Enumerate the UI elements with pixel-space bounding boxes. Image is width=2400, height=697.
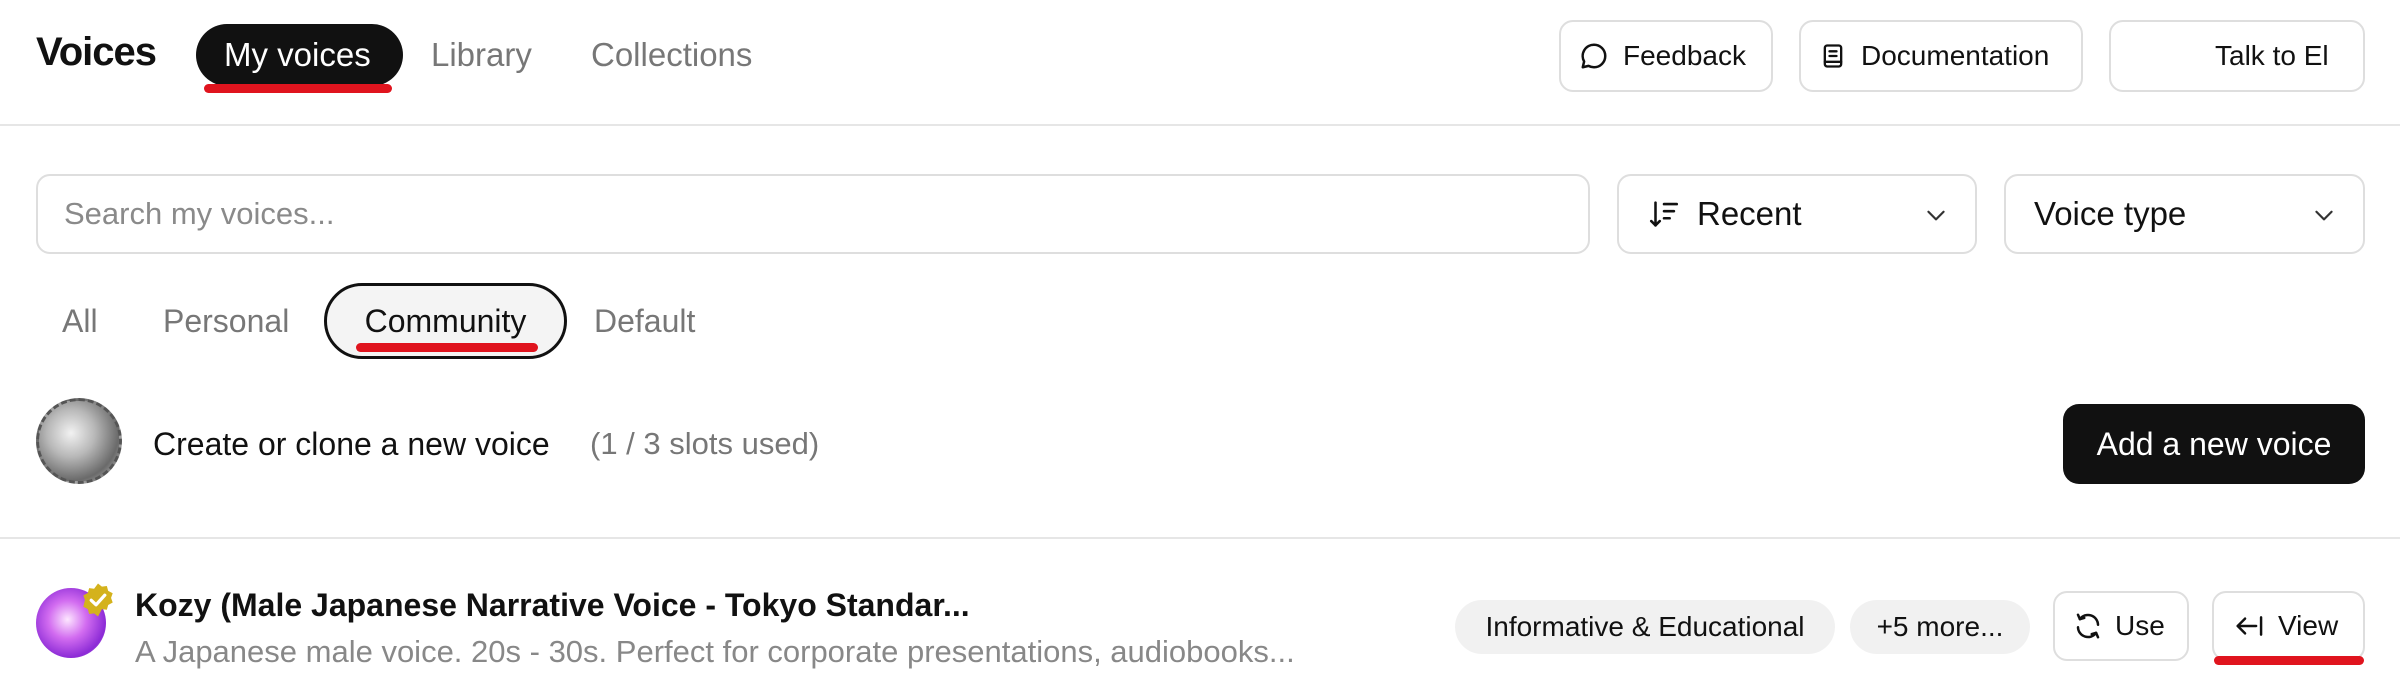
slots-used-text: (1 / 3 slots used)	[590, 426, 820, 461]
voice-type-dropdown[interactable]: Voice type	[2004, 174, 2365, 254]
search-input[interactable]	[36, 174, 1590, 254]
chevron-down-icon	[1927, 210, 1945, 221]
filter-tab-personal[interactable]: Personal	[163, 283, 289, 359]
documentation-button[interactable]: Documentation	[1799, 20, 2083, 92]
annotation-underline	[204, 84, 392, 93]
book-icon	[1823, 44, 1843, 68]
documentation-label: Documentation	[1861, 40, 2050, 71]
divider	[0, 537, 2400, 539]
top-header: Voices My voices Library Collections Fee…	[0, 0, 2400, 126]
voice-name[interactable]: Kozy (Male Japanese Narrative Voice - To…	[135, 587, 970, 624]
use-voice-button[interactable]: Use	[2053, 591, 2189, 661]
feedback-button[interactable]: Feedback	[1559, 20, 1773, 92]
use-label: Use	[2115, 610, 2165, 641]
sort-icon	[1649, 201, 1679, 227]
tab-collections[interactable]: Collections	[563, 24, 780, 86]
voice-tag: Informative & Educational	[1455, 600, 1835, 654]
voice-type-value: Voice type	[2034, 195, 2187, 232]
sort-dropdown[interactable]: Recent	[1617, 174, 1977, 254]
talk-to-el-button[interactable]: Talk to El	[2109, 20, 2365, 92]
verified-badge-icon	[83, 583, 113, 617]
view-voice-button[interactable]: View	[2212, 591, 2365, 661]
annotation-underline	[356, 343, 538, 352]
arrow-left-icon	[2236, 616, 2263, 636]
annotation-underline	[2214, 656, 2364, 665]
create-voice-label: Create or clone a new voice	[153, 426, 550, 462]
sort-value: Recent	[1697, 195, 1802, 232]
talk-to-el-label: Talk to El	[2215, 40, 2329, 71]
refresh-icon	[2076, 613, 2100, 639]
filter-tab-all[interactable]: All	[62, 283, 98, 359]
more-tags-button[interactable]: +5 more...	[1850, 600, 2030, 654]
add-new-voice-button[interactable]: Add a new voice	[2063, 404, 2365, 484]
tab-my-voices[interactable]: My voices	[196, 24, 403, 86]
voice-description: A Japanese male voice. 20s - 30s. Perfec…	[135, 634, 1295, 669]
chat-bubble-icon	[1581, 43, 1607, 69]
filter-tab-default[interactable]: Default	[594, 283, 695, 359]
tab-library[interactable]: Library	[403, 24, 560, 86]
create-voice-orb-icon	[36, 398, 122, 484]
view-label: View	[2278, 610, 2339, 641]
feedback-label: Feedback	[1623, 40, 1746, 71]
page-title: Voices	[36, 30, 157, 74]
chevron-down-icon	[2315, 210, 2333, 221]
